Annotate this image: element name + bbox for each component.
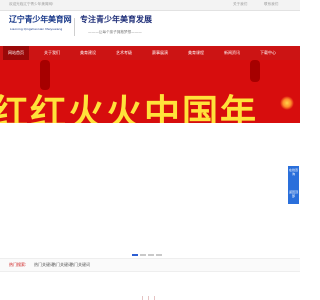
logo-name-cn: 辽宁青少年美育网 <box>9 15 72 24</box>
logo-name-en: Liaoning Qingshaonian Meiyuwang <box>10 27 63 31</box>
header-slogan: 专注青少年美育发展 <box>80 15 152 24</box>
slider-dots <box>132 241 164 256</box>
contact-link[interactable]: 联系我们 <box>264 2 278 7</box>
about-link[interactable]: 关于我们 <box>233 2 247 7</box>
welcome-text: 欢迎光临辽宁青少年美育网! <box>9 2 54 6</box>
site-logo[interactable]: 辽宁青少年美育网 Liaoning Qingshaonian Meiyuwang <box>9 14 72 38</box>
firework-icon <box>280 96 294 110</box>
hot-keyword-link[interactable]: 热门关键词 <box>70 262 90 268</box>
hot-keyword-link[interactable]: 热门关键词 <box>52 262 72 268</box>
nav-item-downloads[interactable]: 下载中心 <box>255 46 281 60</box>
nav-item-aesthetic-construction[interactable]: 美育建设 <box>75 46 101 60</box>
hero-banner[interactable]: 红红火火中国年 <box>0 60 300 123</box>
slider-dot[interactable] <box>156 254 162 256</box>
lantern-decoration <box>250 60 260 82</box>
nav-item-news[interactable]: 新闻资讯 <box>219 46 245 60</box>
slide-content-area <box>0 123 300 248</box>
slider-dot[interactable] <box>148 254 154 256</box>
hot-keyword-link[interactable]: 热门关键词 <box>34 262 54 268</box>
bottom-decoration <box>140 296 160 300</box>
slider-dot[interactable] <box>132 254 138 256</box>
top-bar: 欢迎光临辽宁青少年美育网! 关于我们 联系我们 <box>0 0 300 11</box>
nav-item-home[interactable]: 网站首页 <box>3 46 29 60</box>
slider-dot[interactable] <box>140 254 146 256</box>
nav-item-competitions[interactable]: 赛事展演 <box>147 46 173 60</box>
consult-button[interactable]: 在线咨询 <box>288 166 299 190</box>
nav-item-courses[interactable]: 美育课程 <box>183 46 209 60</box>
hot-search-bar: 热门搜索: 热门关键词 热门关键词 热门关键词 <box>0 258 300 272</box>
banner-text: 红红火火中国年 <box>0 92 259 123</box>
nav-item-art-exam[interactable]: 艺术考级 <box>111 46 137 60</box>
nav-item-about[interactable]: 关于我们 <box>39 46 65 60</box>
main-nav: 网站首页 关于我们 美育建设 艺术考级 赛事展演 美育课程 新闻资讯 下载中心 <box>0 46 300 60</box>
hot-search-title: 热门搜索: <box>9 262 27 267</box>
back-to-top-button[interactable]: 返回顶部 <box>288 188 299 204</box>
header-subslogan: ———让每个孩子拥抱梦想——— <box>88 30 142 34</box>
header-divider <box>74 18 75 36</box>
